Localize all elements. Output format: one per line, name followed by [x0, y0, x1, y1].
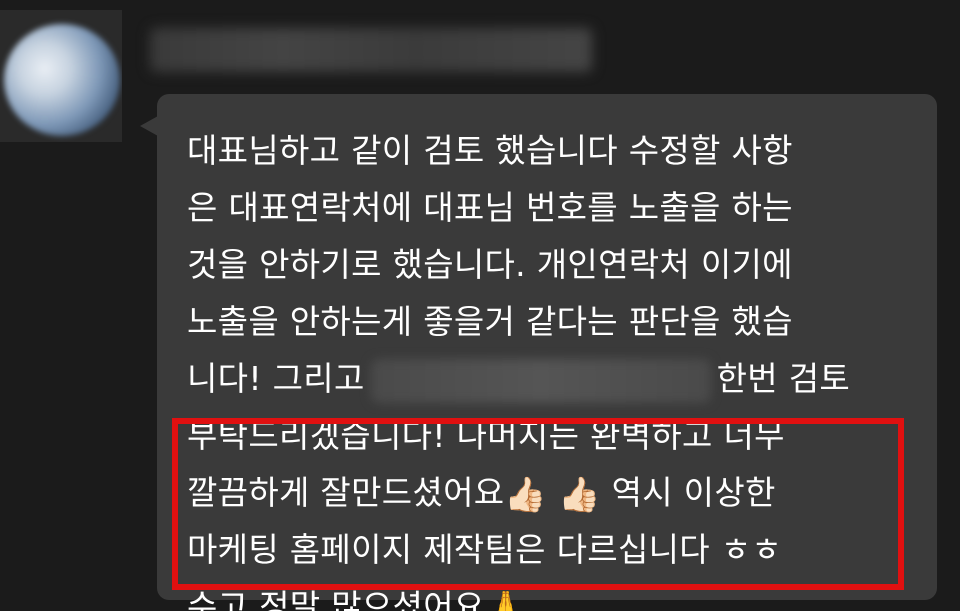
message-line: 니다! 그리고 한번 검토	[187, 350, 917, 407]
highlight-box	[172, 418, 904, 590]
message-line: 것을 안하기로 했습니다. 개인연락처 이기에	[187, 245, 793, 284]
message-text-segment: 수고 정말 많으셨어요	[187, 587, 485, 611]
message-line: 대표님하고 같이 검토 했습니다 수정할 사항	[187, 131, 793, 170]
message-line: 노출을 안하는게 좋을거 같다는 판단을 했습	[187, 302, 793, 341]
sender-name-redacted	[150, 28, 592, 72]
avatar[interactable]	[0, 10, 122, 142]
redacted-text	[370, 358, 711, 403]
bubble-tail	[140, 116, 158, 136]
chat-area: 대표님하고 같이 검토 했습니다 수정할 사항 은 대표연락처에 대표님 번호를…	[0, 0, 960, 611]
message-line: 은 대표연락처에 대표님 번호를 노출을 하는	[187, 188, 793, 227]
message-text-segment: 니다! 그리고	[187, 359, 365, 398]
avatar-image	[4, 24, 120, 136]
message-text-segment: 한번 검토	[716, 359, 851, 398]
folded-hands-icon: 🙏	[484, 588, 528, 611]
